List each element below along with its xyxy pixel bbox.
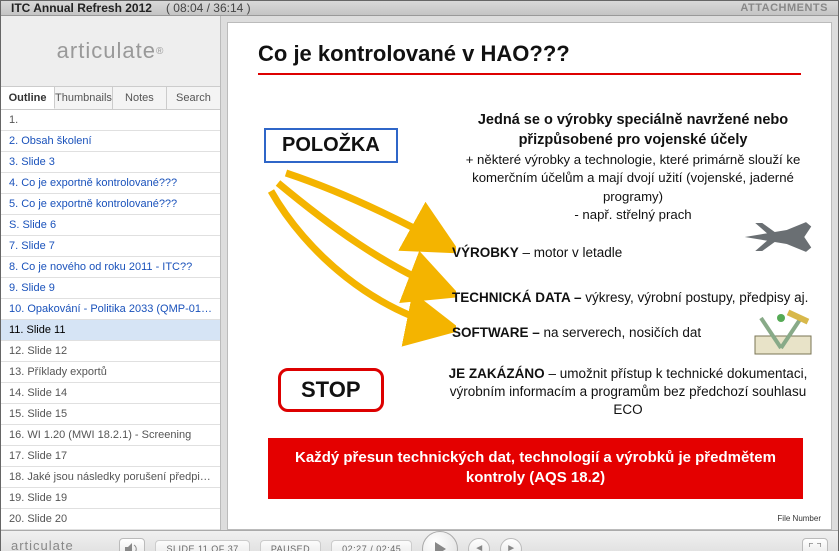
outline-row-7[interactable]: 7. Slide 7 [1, 236, 220, 257]
play-icon [434, 542, 446, 551]
stage: Co je kontrolované v HAO??? POLOŽKA Jedn… [221, 16, 838, 530]
slide-subline: + některé výrobky a technologie, které p… [458, 151, 808, 225]
fullscreen-icon [809, 543, 821, 551]
outline-row-11[interactable]: 11. Slide 11 [1, 320, 220, 341]
outline-row-17[interactable]: 17. Slide 17 [1, 446, 220, 467]
global-time: ( 08:04 / 36:14 ) [166, 1, 251, 15]
sidebar: articulate® Outline Thumbnails Notes Sea… [1, 16, 221, 530]
outline-row-5[interactable]: 5. Co je exportně kontrolované??? [1, 194, 220, 215]
zakaz-text: JE ZAKÁZÁNO – umožnit přístup k technick… [448, 365, 808, 420]
outline-row-1[interactable]: 1. [1, 110, 220, 131]
main-body: articulate® Outline Thumbnails Notes Sea… [1, 16, 838, 530]
tab-thumbnails[interactable]: Thumbnails [55, 87, 113, 109]
outline-row-4[interactable]: 4. Co je exportně kontrolované??? [1, 173, 220, 194]
stop-box: STOP [278, 368, 384, 412]
presentation-title: ITC Annual Refresh 2012 [11, 1, 152, 15]
footer-logo: articulate POWERED PRESENTATION [11, 539, 109, 551]
slide-time: 02:27 / 02:45 [331, 540, 412, 551]
outline-row-2[interactable]: 2. Obsah školení [1, 131, 220, 152]
player-window: ITC Annual Refresh 2012 ( 08:04 / 36:14 … [0, 0, 839, 551]
tab-search[interactable]: Search [167, 87, 220, 109]
drafting-tools-icon [753, 308, 813, 356]
outline-row-9[interactable]: 9. Slide 9 [1, 278, 220, 299]
header-bar: ITC Annual Refresh 2012 ( 08:04 / 36:14 … [1, 1, 838, 16]
outline-row-20[interactable]: 20. Slide 20 [1, 509, 220, 530]
volume-button[interactable] [119, 538, 145, 551]
outline-row-14[interactable]: 14. Slide 14 [1, 383, 220, 404]
outline-row-3[interactable]: 3. Slide 3 [1, 152, 220, 173]
cat-vyrobky: VÝROBKY – motor v letadle [452, 245, 622, 260]
tab-outline[interactable]: Outline [1, 87, 55, 109]
title-rule [258, 73, 801, 75]
red-banner: Každý přesun technických dat, technologi… [268, 438, 803, 499]
outline-row-12[interactable]: 12. Slide 12 [1, 341, 220, 362]
outline-row-6[interactable]: S. Slide 6 [1, 215, 220, 236]
slide-title: Co je kontrolované v HAO??? [258, 41, 801, 67]
prev-button[interactable]: ◄ [468, 538, 490, 551]
fullscreen-button[interactable] [802, 538, 828, 551]
attachments-button[interactable]: ATTACHMENTS [740, 2, 828, 14]
outline-row-13[interactable]: 13. Příklady exportů [1, 362, 220, 383]
outline-row-16[interactable]: 16. WI 1.20 (MWI 18.2.1) - Screening [1, 425, 220, 446]
slide-subhead: Jedná se o výrobky speciálně navržené ne… [458, 111, 808, 150]
outline-row-10[interactable]: 10. Opakování - Politika 2033 (QMP-01-2) [1, 299, 220, 320]
outline-row-8[interactable]: 8. Co je nového od roku 2011 - ITC?? [1, 257, 220, 278]
file-number-label: File Number [777, 514, 821, 523]
outline-row-19[interactable]: 19. Slide 19 [1, 488, 220, 509]
next-button[interactable]: ► [500, 538, 522, 551]
tab-notes[interactable]: Notes [113, 87, 167, 109]
speaker-icon [125, 543, 139, 551]
sidebar-tabs: Outline Thumbnails Notes Search [1, 86, 220, 110]
play-button[interactable] [422, 531, 458, 551]
outline-row-18[interactable]: 18. Jaké jsou následky porušení předpisů… [1, 467, 220, 488]
cat-technicka-data: TECHNICKÁ DATA – výkresy, výrobní postup… [452, 290, 808, 305]
cat-software: SOFTWARE – na serverech, nosičích dat [452, 325, 701, 340]
slide-position: SLIDE 11 OF 37 [155, 540, 249, 551]
control-bar: articulate POWERED PRESENTATION SLIDE 11… [1, 530, 838, 551]
curved-arrows [256, 163, 456, 373]
outline-list[interactable]: 1.2. Obsah školení3. Slide 34. Co je exp… [1, 110, 220, 530]
brand-logo: articulate® [1, 16, 220, 86]
polozka-box: POLOŽKA [264, 128, 398, 163]
playback-status: PAUSED [260, 540, 321, 551]
slide-canvas: Co je kontrolované v HAO??? POLOŽKA Jedn… [227, 22, 832, 530]
fighter-jet-icon [743, 218, 813, 256]
outline-row-15[interactable]: 15. Slide 15 [1, 404, 220, 425]
